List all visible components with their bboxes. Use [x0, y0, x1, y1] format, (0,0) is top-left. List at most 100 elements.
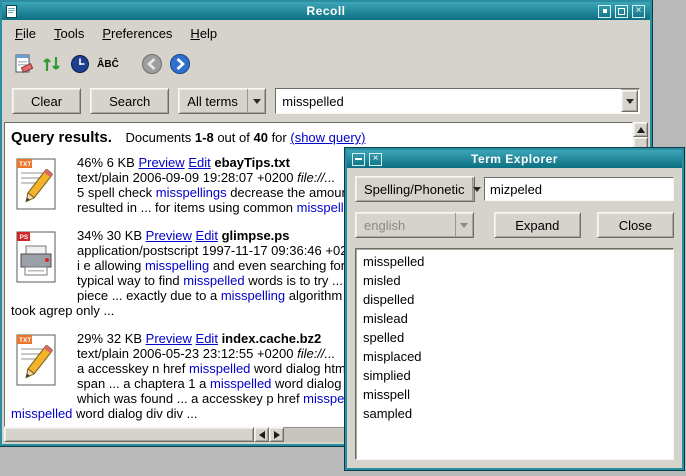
text-segment: and even searching for	[209, 258, 345, 273]
out-of-label: out of	[217, 130, 250, 145]
results-total: 40	[253, 130, 267, 145]
text-file-icon: TXT	[13, 333, 61, 389]
search-button[interactable]: Search	[90, 88, 169, 114]
window-menu-button[interactable]	[352, 153, 365, 166]
query-input[interactable]	[276, 89, 621, 113]
svg-text:TXT: TXT	[19, 337, 31, 344]
sort-by-date-icon[interactable]	[38, 51, 66, 77]
text-segment: word dialog a	[271, 376, 352, 391]
text-segment: word dialog div div ...	[72, 406, 197, 421]
text-segment: index.cache.bz2	[222, 331, 322, 346]
text-segment: resulted in ... for items using common	[77, 200, 297, 215]
query-combobox[interactable]	[275, 88, 640, 114]
edit-link[interactable]: Edit	[196, 228, 218, 243]
term-explorer-window: × Term Explorer Spelling/Phonetic englis…	[345, 148, 684, 470]
term-list-item[interactable]: misspell	[356, 385, 673, 404]
text-segment: took agrep only ...	[11, 303, 114, 318]
window-title: Term Explorer	[347, 152, 682, 166]
text-segment: span ... a chaptera 1 a	[77, 376, 210, 391]
toolbar: ÂBĈ	[2, 46, 650, 82]
term-list-item[interactable]: misspelled	[356, 252, 673, 271]
term-explorer-icon[interactable]: ÂBĈ	[94, 51, 122, 77]
term-list-item[interactable]: sampled	[356, 404, 673, 423]
text-segment: file://...	[297, 170, 335, 185]
chevron-down-icon	[247, 89, 265, 113]
language-combobox[interactable]: english	[355, 212, 474, 238]
search-type-value: All terms	[179, 94, 247, 109]
desktop: { "colors": { "titlebar_teal": "#2a8ea0"…	[0, 0, 686, 476]
text-segment: which was found ... a accesskey p href	[77, 391, 303, 406]
for-label: for	[272, 130, 287, 145]
close-button[interactable]: Close	[597, 212, 674, 238]
postscript-icon: PS	[13, 230, 61, 286]
next-page-icon[interactable]	[166, 51, 194, 77]
menu-tools[interactable]: Tools	[45, 23, 93, 44]
term-list-item[interactable]: spelled	[356, 328, 673, 347]
scroll-left-button[interactable]	[254, 427, 269, 442]
text-segment: words is to try ...	[245, 273, 343, 288]
clear-button[interactable]: Clear	[12, 88, 81, 114]
edit-link[interactable]: Edit	[196, 331, 218, 346]
text-segment: misspelled	[210, 376, 271, 391]
menu-bar: FileToolsPreferencesHelp	[2, 20, 650, 46]
term-list-item[interactable]: misled	[356, 271, 673, 290]
text-segment: misspelling	[221, 288, 285, 303]
text-segment: word dialog html	[250, 361, 348, 376]
minimize-button[interactable]	[598, 5, 611, 18]
chevron-down-icon	[455, 213, 473, 237]
menu-help[interactable]: Help	[181, 23, 226, 44]
maximize-button[interactable]	[615, 5, 628, 18]
chevron-down-icon[interactable]	[621, 90, 638, 112]
expansion-mode-combobox[interactable]: Spelling/Phonetic	[355, 176, 475, 202]
text-segment: application/postscript 1997-11-17 09:36:…	[77, 243, 362, 258]
term-list[interactable]: misspelledmisleddispelledmisleadspelledm…	[355, 248, 674, 460]
term-list-item[interactable]: dispelled	[356, 290, 673, 309]
text-segment: text/plain 2006-09-09 19:28:07 +0200	[77, 170, 297, 185]
term-list-item[interactable]: simplied	[356, 366, 673, 385]
expansion-mode-value: Spelling/Phonetic	[356, 182, 472, 197]
text-segment: piece ... exactly due to a	[77, 288, 221, 303]
term-list-item[interactable]: misplaced	[356, 347, 673, 366]
results-range: 1-8	[195, 130, 214, 145]
term-list-item[interactable]: mislead	[356, 309, 673, 328]
query-results-title: Query results.	[11, 129, 112, 146]
document-history-icon[interactable]	[66, 51, 94, 77]
term-explorer-titlebar[interactable]: × Term Explorer	[347, 150, 682, 168]
preview-link[interactable]: Preview	[138, 155, 184, 170]
edit-link[interactable]: Edit	[188, 155, 210, 170]
chevron-down-icon	[472, 177, 481, 201]
documents-label: Documents	[126, 130, 192, 145]
text-segment: i e allowing	[77, 258, 145, 273]
text-segment: 29% 32 KB	[77, 331, 146, 346]
scroll-right-button[interactable]	[269, 427, 284, 442]
show-query-link[interactable]: (show query)	[290, 130, 365, 145]
prev-page-icon[interactable]	[138, 51, 166, 77]
expand-button[interactable]: Expand	[494, 212, 581, 238]
text-segment: misspelled	[11, 406, 72, 421]
text-segment: misspelled	[183, 273, 244, 288]
text-segment: a accesskey n href	[77, 361, 189, 376]
clear-search-icon[interactable]	[10, 51, 38, 77]
preview-link[interactable]: Preview	[146, 228, 192, 243]
language-value: english	[356, 218, 455, 233]
menu-file[interactable]: File	[6, 23, 45, 44]
text-segment: glimpse.ps	[222, 228, 290, 243]
main-titlebar[interactable]: Recoll ×	[2, 2, 650, 20]
svg-text:PS: PS	[20, 234, 29, 241]
preview-link[interactable]: Preview	[146, 331, 192, 346]
close-button[interactable]: ×	[369, 153, 382, 166]
term-explorer-glyph: ÂBĈ	[97, 59, 119, 70]
recoll-app-icon[interactable]	[5, 5, 18, 18]
text-segment: text/plain 2006-05-23 23:12:55 +0200	[77, 346, 297, 361]
scroll-up-button[interactable]	[633, 122, 648, 137]
window-title: Recoll	[2, 4, 650, 18]
text-segment: 46% 6 KB	[77, 155, 138, 170]
menu-preferences[interactable]: Preferences	[93, 23, 181, 44]
text-segment: file://...	[297, 346, 335, 361]
search-bar: Clear Search All terms	[2, 82, 650, 120]
term-input[interactable]	[485, 178, 673, 200]
close-button[interactable]: ×	[632, 5, 645, 18]
term-input-field[interactable]	[484, 177, 674, 201]
search-type-combobox[interactable]: All terms	[178, 88, 266, 114]
hscroll-thumb[interactable]	[4, 427, 254, 442]
